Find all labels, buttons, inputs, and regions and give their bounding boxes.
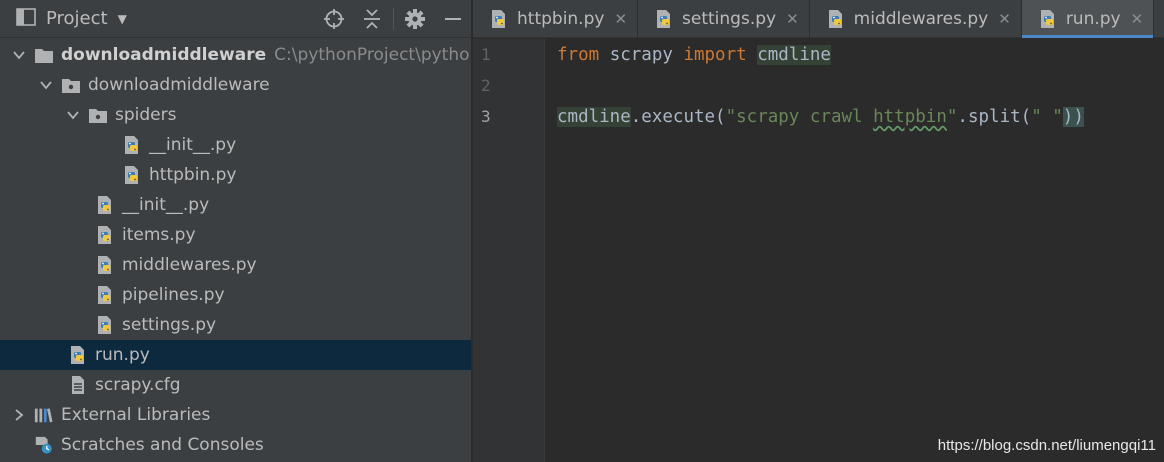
- tree-item-root[interactable]: downloadmiddleware C:\pythonProject\pyth…: [0, 40, 471, 70]
- python-file-icon: [122, 135, 142, 155]
- tab-httpbin[interactable]: httpbin.py ✕: [473, 0, 639, 38]
- code-editor[interactable]: from scrapy import cmdline cmdline .execu…: [545, 39, 1164, 462]
- paren-highlighted: ): [1062, 107, 1074, 127]
- close-icon[interactable]: ✕: [786, 10, 799, 28]
- tree-item-spiders[interactable]: spiders: [0, 100, 471, 130]
- module-name: scrapy: [599, 45, 684, 65]
- tree-item-run-selected[interactable]: run.py: [0, 340, 471, 370]
- python-file-icon: [95, 315, 115, 335]
- chevron-down-icon[interactable]: [66, 108, 80, 122]
- tree-item-label: downloadmiddleware: [61, 45, 267, 65]
- tree-item-file[interactable]: settings.py: [0, 310, 471, 340]
- text-file-icon: [68, 375, 88, 395]
- tree-item-label: run.py: [95, 345, 150, 365]
- library-icon: [34, 405, 54, 425]
- tree-item-file[interactable]: pipelines.py: [0, 280, 471, 310]
- method-call: .split(: [957, 107, 1032, 127]
- tree-item-package[interactable]: downloadmiddleware: [0, 70, 471, 100]
- tree-item-file[interactable]: httpbin.py: [0, 160, 471, 190]
- python-file-icon: [95, 285, 115, 305]
- tab-label: settings.py: [682, 9, 777, 29]
- tree-item-label: scrapy.cfg: [95, 375, 181, 395]
- line-number-gutter: 1 2 3: [473, 39, 545, 462]
- chevron-down-icon[interactable]: [39, 78, 53, 92]
- line-number: 2: [481, 76, 491, 95]
- watermark: https://blog.csdn.net/liumengqi11: [937, 437, 1156, 454]
- chevron-down-icon[interactable]: [12, 48, 26, 62]
- tree-item-label: __init__.py: [122, 195, 210, 215]
- python-file-icon: [95, 225, 115, 245]
- project-path: C:\pythonProject\pytho: [274, 45, 470, 65]
- collapse-icon[interactable]: [353, 0, 391, 38]
- project-view-selector[interactable]: Project ▼: [16, 0, 127, 38]
- project-tree: downloadmiddleware C:\pythonProject\pyth…: [0, 40, 471, 460]
- tab-label: middlewares.py: [853, 9, 989, 29]
- python-file-icon: [95, 255, 115, 275]
- tree-item-external-libraries[interactable]: External Libraries: [0, 400, 471, 430]
- line-number-current: 3: [481, 107, 491, 126]
- line-number: 1: [481, 45, 491, 64]
- string-literal: ": [946, 107, 958, 127]
- tab-label: httpbin.py: [517, 9, 605, 29]
- target-icon[interactable]: [315, 0, 353, 38]
- tree-item-label: pipelines.py: [122, 285, 225, 305]
- project-panel: Project ▼ downloadmiddleware C:\pythonPr…: [0, 0, 472, 462]
- python-file-icon: [95, 195, 115, 215]
- tree-item-label: Scratches and Consoles: [61, 435, 264, 455]
- tab-label: run.py: [1065, 9, 1121, 29]
- folder-icon: [34, 45, 54, 65]
- tree-item-label: middlewares.py: [122, 255, 257, 275]
- string-literal-typo: httpbin: [873, 107, 947, 127]
- tree-item-label: spiders: [115, 105, 177, 125]
- python-file-icon: [122, 165, 142, 185]
- tab-settings[interactable]: settings.py ✕: [638, 0, 810, 38]
- keyword-import: import: [683, 45, 747, 65]
- project-panel-title: Project: [46, 8, 108, 29]
- package-icon: [61, 75, 81, 95]
- tree-item-file[interactable]: scrapy.cfg: [0, 370, 471, 400]
- python-file-icon: [68, 345, 88, 365]
- method-call: .execute(: [630, 107, 726, 127]
- tab-run-active[interactable]: run.py ✕: [1021, 0, 1155, 38]
- close-icon[interactable]: ✕: [998, 10, 1011, 28]
- toolbar-separator: [393, 8, 394, 30]
- string-literal: "scrapy crawl: [725, 107, 874, 127]
- tree-item-file[interactable]: middlewares.py: [0, 250, 471, 280]
- python-file-icon: [1038, 9, 1058, 29]
- project-panel-header: Project ▼: [0, 0, 472, 38]
- python-file-icon: [489, 9, 509, 29]
- project-panel-toolbar: [315, 0, 472, 38]
- tree-item-label: items.py: [122, 225, 196, 245]
- close-icon[interactable]: ✕: [614, 10, 627, 28]
- chevron-down-icon[interactable]: ▼: [118, 12, 127, 26]
- tree-item-label: External Libraries: [61, 405, 211, 425]
- tree-item-scratches[interactable]: Scratches and Consoles: [0, 430, 471, 460]
- code-line-1: from scrapy import cmdline: [557, 40, 831, 70]
- string-literal: " ": [1031, 107, 1063, 127]
- scratches-icon: [34, 435, 54, 455]
- tree-item-label: downloadmiddleware: [88, 75, 270, 95]
- tree-item-label: settings.py: [122, 315, 217, 335]
- code-line-3: cmdline .execute("scrapy crawl httpbin " .s…: [557, 102, 1084, 132]
- keyword-from: from: [557, 45, 600, 65]
- chevron-right-icon[interactable]: [12, 408, 26, 422]
- tree-item-file[interactable]: __init__.py: [0, 190, 471, 220]
- gear-icon[interactable]: [396, 0, 434, 38]
- tree-item-label: httpbin.py: [149, 165, 237, 185]
- python-file-icon: [826, 9, 846, 29]
- identifier-highlighted: cmdline: [757, 45, 831, 65]
- editor-tabs: httpbin.py ✕ settings.py ✕ middlewares.p…: [473, 0, 1164, 38]
- package-icon: [88, 105, 108, 125]
- project-window-icon: [16, 7, 36, 30]
- identifier-highlighted: cmdline: [557, 107, 631, 127]
- minimize-icon[interactable]: [434, 0, 472, 38]
- close-icon[interactable]: ✕: [1131, 10, 1144, 28]
- tab-middlewares[interactable]: middlewares.py ✕: [810, 0, 1022, 38]
- tree-item-file[interactable]: items.py: [0, 220, 471, 250]
- tree-item-label: __init__.py: [149, 135, 237, 155]
- paren-highlighted: ): [1073, 107, 1084, 127]
- python-file-icon: [654, 9, 674, 29]
- tree-item-file[interactable]: __init__.py: [0, 130, 471, 160]
